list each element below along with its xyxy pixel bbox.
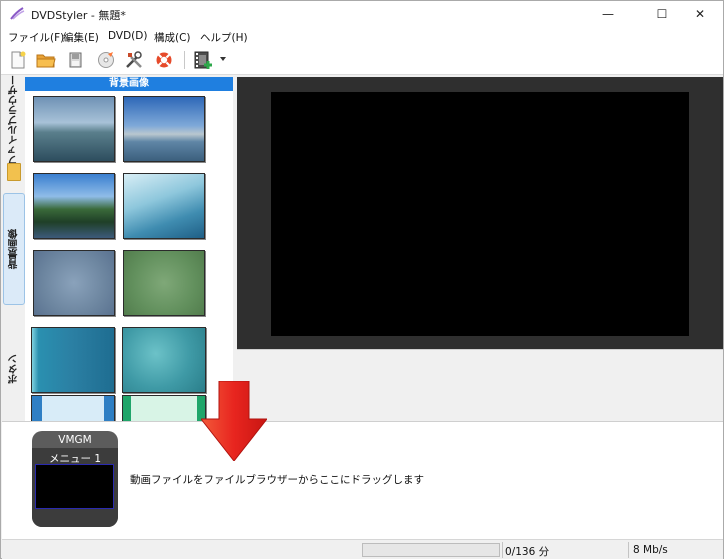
thumbnail-teal-stripes[interactable] bbox=[31, 327, 115, 393]
dvdstyler-logo-icon bbox=[10, 7, 25, 20]
open-button[interactable] bbox=[34, 49, 58, 71]
toolbar bbox=[1, 45, 723, 75]
thumbnail-boat-bay[interactable] bbox=[123, 96, 205, 162]
preview-empty-area bbox=[237, 349, 723, 419]
menu-preview bbox=[237, 77, 723, 349]
add-video-icon bbox=[194, 51, 212, 69]
status-bar: 0/136 分 8 Mb/s bbox=[2, 539, 723, 559]
menu-card[interactable]: メニュー 1 bbox=[32, 448, 118, 527]
side-tabs: ファイルブラウザー 背景画像 ボタン bbox=[2, 75, 25, 421]
tab-backgrounds-label: 背景画像 bbox=[8, 229, 20, 269]
tab-buttons-label: ボタン bbox=[8, 354, 20, 384]
help-button[interactable] bbox=[152, 49, 176, 71]
add-video-button[interactable] bbox=[191, 49, 215, 71]
help-lifebuoy-icon bbox=[156, 52, 172, 68]
save-button[interactable] bbox=[64, 49, 88, 71]
minimize-button[interactable]: — bbox=[585, 1, 631, 27]
vmgm-label: VMGM bbox=[58, 434, 92, 446]
duration-readout: 0/136 分 bbox=[505, 546, 550, 558]
toolbar-separator bbox=[184, 51, 185, 69]
burn-button[interactable] bbox=[94, 49, 118, 71]
new-file-icon bbox=[11, 51, 26, 69]
thumbnail-lake-forest[interactable] bbox=[33, 173, 115, 239]
arrow-down-icon bbox=[201, 381, 267, 461]
status-separator bbox=[628, 542, 629, 558]
drag-hint: 動画ファイルをファイルブラウザーからここにドラッグします bbox=[130, 474, 424, 486]
tab-buttons[interactable]: ボタン bbox=[3, 339, 25, 399]
titleset-manager: VMGM メニュー 1 動画ファイルをファイルブラウザーからここにドラッグします bbox=[2, 421, 723, 539]
thumbnail-green-frame[interactable] bbox=[122, 395, 206, 421]
chevron-down-icon[interactable] bbox=[220, 57, 226, 61]
status-separator bbox=[502, 542, 503, 558]
app-window: DVDStyler - 無題* — ☐ ✕ ファイル(F) 編集(E) DVD(… bbox=[0, 0, 724, 559]
settings-button[interactable] bbox=[122, 49, 146, 71]
thumbnail-sea-island[interactable] bbox=[33, 96, 115, 162]
menu-file[interactable]: ファイル(F) bbox=[8, 30, 64, 45]
preview-canvas[interactable] bbox=[271, 92, 689, 336]
settings-tools-icon bbox=[126, 51, 142, 68]
vmgm-block[interactable]: VMGM メニュー 1 bbox=[32, 431, 118, 527]
tab-backgrounds[interactable]: 背景画像 bbox=[3, 193, 25, 305]
thumbnail-teal-texture[interactable] bbox=[122, 327, 206, 393]
background-panel: 背景画像 bbox=[25, 77, 233, 421]
save-icon bbox=[69, 52, 82, 68]
bitrate-readout: 8 Mb/s bbox=[633, 544, 668, 556]
window-title: DVDStyler - 無題* bbox=[31, 9, 126, 22]
tab-file-browser[interactable]: ファイルブラウザー bbox=[3, 75, 25, 165]
background-panel-header: 背景画像 bbox=[25, 77, 233, 91]
folder-icon bbox=[7, 163, 21, 181]
thumbnail-blue-frame[interactable] bbox=[31, 395, 115, 421]
tab-file-browser-label: ファイルブラウザー bbox=[8, 75, 20, 165]
thumbnail-green-blur[interactable] bbox=[123, 250, 205, 316]
thumbnail-blue-waves[interactable] bbox=[123, 173, 205, 239]
burn-disc-icon bbox=[98, 52, 114, 68]
menu-edit[interactable]: 編集(E) bbox=[63, 30, 99, 45]
close-button[interactable]: ✕ bbox=[677, 1, 723, 27]
menu-help[interactable]: ヘルプ(H) bbox=[200, 30, 248, 45]
title-bar: DVDStyler - 無題* — ☐ ✕ bbox=[1, 1, 723, 27]
minimize-icon: — bbox=[602, 7, 614, 21]
open-folder-icon bbox=[36, 54, 56, 68]
new-button[interactable] bbox=[6, 49, 30, 71]
disc-usage-bar bbox=[362, 543, 500, 557]
thumbnail-blue-blur[interactable] bbox=[33, 250, 115, 316]
menu-bar: ファイル(F) 編集(E) DVD(D) 構成(C) ヘルプ(H) bbox=[1, 27, 723, 45]
menu-dvd[interactable]: DVD(D) bbox=[108, 30, 147, 42]
menu-card-thumbnail bbox=[35, 464, 114, 509]
maximize-icon: ☐ bbox=[656, 7, 668, 21]
close-icon: ✕ bbox=[694, 7, 706, 21]
menu-config[interactable]: 構成(C) bbox=[154, 30, 191, 45]
